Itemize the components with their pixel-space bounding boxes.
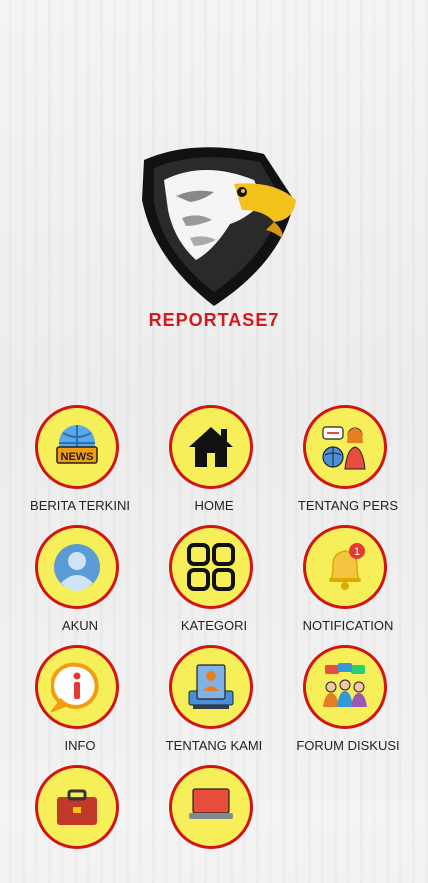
about-us-icon xyxy=(188,664,234,709)
menu-item-label: FORUM DISKUSI xyxy=(296,738,400,753)
menu-item-label: INFO xyxy=(64,738,96,753)
info-icon xyxy=(51,662,99,713)
menu-item-berita-terkini[interactable]: NEWS BERITA TERKINI xyxy=(13,405,147,523)
menu-item-forum-diskusi[interactable]: FORUM DISKUSI xyxy=(281,645,415,763)
svg-text:1: 1 xyxy=(354,546,360,558)
grid-categories-icon xyxy=(187,543,235,591)
menu-item-info[interactable]: INFO xyxy=(13,645,147,763)
splash-logo: REPORTASE7 xyxy=(0,140,428,340)
menu-item-label: BERITA TERKINI xyxy=(30,498,130,513)
menu-item-notification[interactable]: 1 NOTIFICATION xyxy=(281,525,415,643)
menu-item-label: NOTIFICATION xyxy=(302,618,394,633)
svg-text:NEWS: NEWS xyxy=(61,451,94,463)
laptop-icon xyxy=(189,788,233,819)
menu-item-label: TENTANG KAMI xyxy=(165,738,263,753)
menu-item-tentang-pers[interactable]: TENTANG PERS xyxy=(281,405,415,523)
brand-wordmark: REPORTASE7 xyxy=(148,310,280,330)
bell-icon: 1 xyxy=(329,543,365,590)
menu-item-laptop[interactable] xyxy=(147,765,281,883)
press-reporter-icon xyxy=(322,426,366,470)
menu-item-label: HOME xyxy=(194,498,234,513)
discussion-forum-icon xyxy=(323,663,367,707)
home-icon xyxy=(189,427,233,467)
eagle-shield-logo xyxy=(142,147,296,306)
news-globe-icon: NEWS xyxy=(56,425,98,464)
menu-item-label: KATEGORI xyxy=(180,618,248,633)
menu-item-tentang-kami[interactable]: TENTANG KAMI xyxy=(147,645,281,763)
menu-item-label: TENTANG PERS xyxy=(297,498,399,513)
user-account-icon xyxy=(54,544,100,591)
menu-item-label: AKUN xyxy=(61,618,99,633)
menu-item-briefcase[interactable] xyxy=(13,765,147,883)
menu-item-akun[interactable]: AKUN xyxy=(13,525,147,643)
briefcase-icon xyxy=(57,789,97,825)
menu-item-kategori[interactable]: KATEGORI xyxy=(147,525,281,643)
menu-item-home[interactable]: HOME xyxy=(147,405,281,523)
